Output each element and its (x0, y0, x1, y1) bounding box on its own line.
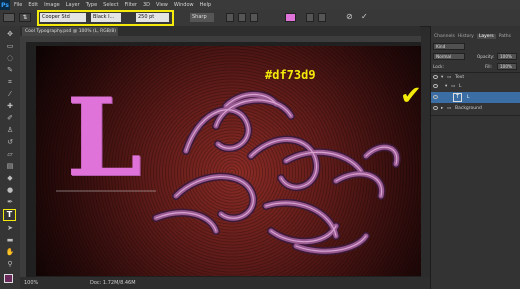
pen-tool-icon[interactable]: ✒ (5, 198, 15, 207)
fill-label: Fill: (485, 64, 493, 69)
canvas-area[interactable]: L #df73d9 (26, 42, 430, 277)
layer-filter-select[interactable]: Kind (433, 43, 465, 50)
history-brush-icon[interactable]: ↺ (5, 138, 15, 147)
layer-row[interactable]: ▸ ▭ Background (431, 104, 520, 113)
tab-channels[interactable]: Channels (434, 34, 455, 39)
tab-paths[interactable]: Paths (499, 34, 511, 39)
folder-icon: ▭ (447, 75, 452, 80)
cancel-icon[interactable]: ⊘ (346, 12, 355, 21)
type-tool-icon[interactable]: T (3, 209, 16, 221)
zoom-tool-icon[interactable]: ⚲ (5, 260, 15, 269)
menu-window[interactable]: Window (174, 2, 194, 8)
folder-icon: ▭ (451, 84, 456, 89)
layer-row[interactable]: ▾ ▭ Text (431, 72, 520, 82)
opacity-field[interactable]: 100% (497, 53, 517, 60)
text-layer-thumbnail-icon: T (453, 93, 462, 102)
checkmark-annotation-icon: ✔ (400, 81, 422, 111)
menu-3d[interactable]: 3D (143, 2, 150, 8)
crop-tool-icon[interactable]: ⌗ (5, 78, 15, 87)
text-color-swatch[interactable] (285, 13, 296, 22)
zoom-level[interactable]: 100% (24, 277, 38, 289)
document-tab-bar: Cool Typography.psd @ 100% (L, RGB/8) * (20, 26, 420, 43)
menu-type[interactable]: Type (86, 2, 97, 8)
align-right-icon[interactable] (250, 13, 258, 22)
move-tool-icon[interactable]: ✥ (5, 30, 15, 39)
warp-text-icon[interactable] (306, 13, 314, 22)
marquee-tool-icon[interactable]: ▭ (5, 42, 15, 51)
layer-name[interactable]: Text (455, 73, 464, 82)
eye-icon[interactable] (433, 106, 438, 110)
eye-icon[interactable] (433, 75, 438, 79)
eyedropper-tool-icon[interactable]: ⁄ (5, 90, 15, 99)
layers-panel: Channels History Layers Paths Kind Norma… (430, 26, 520, 289)
hand-tool-icon[interactable]: ✋ (5, 248, 15, 257)
expand-arrow-icon[interactable]: ▾ (441, 73, 443, 82)
opacity-label: Opacity: (477, 54, 495, 59)
align-left-icon[interactable] (226, 13, 234, 22)
layer-name[interactable]: L (467, 93, 470, 102)
menu-layer[interactable]: Layer (66, 2, 80, 8)
path-select-tool-icon[interactable]: ➤ (5, 224, 15, 233)
foreground-color-swatch[interactable] (4, 274, 13, 283)
panel-icon-strip (421, 36, 430, 277)
document-canvas[interactable]: L #df73d9 (36, 46, 428, 276)
status-bar: 100% Doc: 1.72M/8.46M (20, 277, 430, 289)
healing-tool-icon[interactable]: ✚ (5, 102, 15, 111)
eye-icon[interactable] (433, 84, 438, 88)
tools-panel: ✥ ▭ ◌ ✎ ⌗ ⁄ ✚ ✐ ♙ ↺ ▱ ▤ ◆ ● ✒ T ➤ ▬ ✋ ⚲ (0, 26, 21, 289)
orient-text-icon[interactable]: ⇅ (19, 13, 31, 22)
layers-divider (431, 115, 520, 116)
tab-history[interactable]: History (458, 34, 474, 39)
lock-label: Lock: (433, 64, 444, 69)
menu-file[interactable]: File (14, 2, 22, 8)
canvas-letter-L[interactable]: L (66, 84, 142, 192)
tab-layers[interactable]: Layers (476, 33, 496, 39)
menu-view[interactable]: View (156, 2, 168, 8)
eraser-tool-icon[interactable]: ▱ (5, 150, 15, 159)
gradient-tool-icon[interactable]: ▤ (5, 162, 15, 171)
lasso-tool-icon[interactable]: ◌ (5, 54, 15, 63)
fill-field[interactable]: 100% (497, 63, 517, 70)
layer-name[interactable]: Background (455, 104, 482, 113)
doc-size-info[interactable]: Doc: 1.72M/8.46M (90, 277, 136, 289)
shape-tool-icon[interactable]: ▬ (5, 236, 15, 245)
menu-image[interactable]: Image (44, 2, 60, 8)
highlight-box (37, 10, 174, 26)
stamp-tool-icon[interactable]: ♙ (5, 126, 15, 135)
expand-arrow-icon[interactable]: ▾ (445, 82, 447, 91)
panel-tabs: Channels History Layers Paths (431, 32, 520, 40)
blur-tool-icon[interactable]: ◆ (5, 174, 15, 183)
eye-icon[interactable] (433, 95, 438, 99)
character-panel-icon[interactable] (318, 13, 326, 22)
collapse-arrow-icon[interactable]: ▸ (441, 104, 443, 113)
layer-name[interactable]: L (459, 82, 462, 91)
quick-select-tool-icon[interactable]: ✎ (5, 66, 15, 75)
menu-filter[interactable]: Filter (125, 2, 137, 8)
document-tab[interactable]: Cool Typography.psd @ 100% (L, RGB/8) * (22, 27, 118, 43)
layer-row[interactable]: ▾ ▭ L (431, 82, 520, 91)
menu-select[interactable]: Select (103, 2, 118, 8)
photoshop-logo: Ps (0, 0, 10, 10)
menu-bar: Ps File Edit Image Layer Type Select Fil… (0, 0, 520, 10)
blend-mode-select[interactable]: Normal (433, 53, 465, 60)
color-hex-annotation: #df73d9 (265, 68, 316, 82)
align-center-icon[interactable] (238, 13, 246, 22)
dodge-tool-icon[interactable]: ● (5, 186, 15, 195)
brush-tool-icon[interactable]: ✐ (5, 114, 15, 123)
menu-edit[interactable]: Edit (28, 2, 38, 8)
menu-help[interactable]: Help (200, 2, 211, 8)
antialias-select[interactable]: Sharp (190, 13, 214, 22)
tool-preset-picker[interactable] (3, 13, 15, 22)
layer-row-selected[interactable]: T L (431, 92, 520, 103)
commit-icon[interactable]: ✓ (361, 12, 370, 21)
folder-icon: ▭ (447, 106, 452, 111)
